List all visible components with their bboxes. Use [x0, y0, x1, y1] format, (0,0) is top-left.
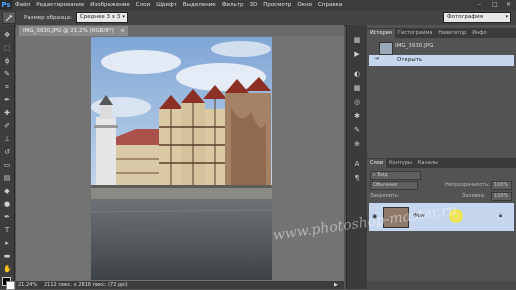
lock-icon: 🔒︎ — [499, 212, 503, 219]
crop-tool-icon[interactable]: ⌗ — [3, 83, 11, 91]
layer-filter-select[interactable]: ⌕ Вид — [370, 171, 421, 180]
maximize-button[interactable]: □ — [492, 1, 498, 8]
tab-navigator[interactable]: Навигатор — [435, 29, 469, 38]
menu-help[interactable]: Справка — [315, 2, 345, 8]
document-tab[interactable]: IMG_3930.JPG @ 21,2% (RGB/8*) × — [19, 26, 128, 36]
eyedropper-icon — [5, 14, 13, 22]
layer-filter-value: Вид — [377, 172, 388, 178]
tab-channels[interactable]: Каналы — [415, 159, 441, 168]
minimize-button[interactable]: – — [478, 1, 481, 8]
sample-size-value: Среднее 3 x 3 — [79, 14, 121, 20]
eyedropper-tool-icon[interactable]: ✒ — [3, 96, 11, 104]
path-select-tool-icon[interactable]: ▸ — [3, 239, 11, 247]
blend-mode-select[interactable]: Обычные — [370, 181, 418, 190]
menu-layers[interactable]: Слои — [133, 2, 153, 8]
eraser-tool-icon[interactable]: ▭ — [3, 161, 11, 169]
history-brush-tool-icon[interactable]: ↺ — [3, 148, 11, 156]
blur-tool-icon[interactable]: ◆ — [3, 187, 11, 195]
sample-size-label: Размер образца: — [24, 14, 72, 21]
fill-input[interactable]: 100% — [491, 192, 512, 201]
history-state-icon: ⇥ — [374, 56, 379, 62]
clone-source-dock-icon[interactable]: ⊕ — [352, 139, 362, 149]
tab-histogram[interactable]: Гистограмма — [395, 29, 436, 38]
close-button[interactable]: ✕ — [506, 1, 511, 8]
document-image[interactable] — [91, 37, 272, 280]
tab-history[interactable]: История — [367, 29, 395, 38]
menu-select[interactable]: Выделение — [180, 2, 219, 8]
fill-label: Заливка: — [462, 193, 486, 199]
menu-window[interactable]: Окно — [294, 2, 315, 8]
panel-dock: ▦ ▶ ◐ ▦ ◎ ✱ ✎ ⊕ A ¶ — [346, 25, 367, 289]
menu-bar: Ps Файл Редактирование Изображение Слои … — [0, 0, 516, 10]
brush-dock-icon[interactable]: ✎ — [352, 125, 362, 135]
opacity-label: Непрозрачность: — [445, 182, 490, 188]
actions-dock-icon[interactable]: ▶ — [352, 49, 362, 59]
document-tab-bar: IMG_3930.JPG @ 21,2% (RGB/8*) × — [16, 25, 344, 36]
character-dock-icon[interactable]: A — [352, 159, 362, 169]
menu-edit[interactable]: Редактирование — [33, 2, 87, 8]
snapshot-thumbnail — [379, 42, 393, 55]
paragraph-dock-icon[interactable]: ¶ — [352, 173, 362, 183]
history-item-open[interactable]: ⇥ Открыть — [369, 55, 514, 66]
menu-3d[interactable]: 3D — [246, 2, 260, 8]
fill-value: 100% — [494, 193, 509, 199]
type-tool-icon[interactable]: T — [3, 226, 11, 234]
menu-type[interactable]: Шрифт — [153, 2, 180, 8]
blend-mode-value: Обычные — [373, 182, 398, 188]
photoshop-logo[interactable]: Ps — [0, 0, 12, 10]
menu-filter[interactable]: Фильтр — [219, 2, 247, 8]
photo-illustration — [91, 37, 272, 280]
tool-preset-picker[interactable] — [2, 11, 16, 24]
lasso-tool-icon[interactable]: ϕ — [3, 57, 11, 65]
status-arrow-icon[interactable]: ▶ — [334, 282, 338, 288]
right-panels: История Гистограмма Навигатор Инфо IMG_3… — [367, 25, 516, 289]
history-dock-icon[interactable]: ▦ — [352, 35, 362, 45]
history-panel-tabs: История Гистограмма Навигатор Инфо — [367, 28, 516, 38]
marquee-tool-icon[interactable]: ⬚ — [3, 44, 11, 52]
history-item-label: Открыть — [397, 57, 423, 63]
chevron-down-icon: ▾ — [122, 14, 125, 20]
workspace-select[interactable]: Фотография ▾ — [443, 12, 511, 23]
menu-file[interactable]: Файл — [12, 2, 33, 8]
options-bar: Размер образца: Среднее 3 x 3 ▾ Фотографи… — [0, 10, 516, 26]
gradient-tool-icon[interactable]: ▤ — [3, 174, 11, 182]
styles-dock-icon[interactable]: ✱ — [352, 111, 362, 121]
layers-footer — [367, 281, 516, 289]
tab-layers[interactable]: Слои — [367, 159, 386, 168]
tab-info[interactable]: Инфо — [469, 29, 489, 38]
move-tool-icon[interactable]: ✥ — [3, 31, 11, 39]
snapshot-name: IMG_3930.JPG — [395, 43, 434, 49]
tools-panel: ✥ ⬚ ϕ ✎ ⌗ ✒ ✚ ✐ ⊥ ↺ ▭ ▤ ◆ ● ✒ T ▸ ▬ ✋ — [0, 25, 15, 290]
chevron-down-icon: ▾ — [505, 14, 508, 20]
menu-image[interactable]: Изображение — [87, 2, 133, 8]
healing-tool-icon[interactable]: ✚ — [3, 109, 11, 117]
stamp-tool-icon[interactable]: ⊥ — [3, 135, 11, 143]
opacity-value: 100% — [494, 182, 509, 188]
hand-tool-icon[interactable]: ✋ — [3, 265, 12, 273]
pen-tool-icon[interactable]: ✒ — [3, 213, 11, 221]
layers-panel-tabs: Слои Контуры Каналы — [367, 158, 516, 168]
menu-view[interactable]: Просмотр — [260, 2, 294, 8]
tab-paths[interactable]: Контуры — [386, 159, 415, 168]
workspace-value: Фотография — [447, 14, 484, 20]
adjustments-dock-icon[interactable]: ◎ — [352, 97, 362, 107]
shape-tool-icon[interactable]: ▬ — [3, 252, 11, 260]
document-info: 2112 пикс. x 2816 пикс. (72 ppi) — [44, 282, 128, 288]
status-bar: 21,24% 2112 пикс. x 2816 пикс. (72 ppi) … — [16, 281, 344, 289]
search-icon: ⌕ — [373, 172, 376, 178]
lock-label: Закрепить: — [370, 193, 400, 199]
swatches-dock-icon[interactable]: ▦ — [352, 83, 362, 93]
zoom-level[interactable]: 21,24% — [18, 282, 37, 288]
quick-select-tool-icon[interactable]: ✎ — [3, 70, 11, 78]
history-snapshot-row[interactable]: IMG_3930.JPG — [369, 40, 514, 55]
brush-tool-icon[interactable]: ✐ — [3, 122, 11, 130]
dodge-tool-icon[interactable]: ● — [3, 200, 11, 208]
color-dock-icon[interactable]: ◐ — [352, 69, 362, 79]
opacity-input[interactable]: 100% — [491, 181, 512, 190]
document-title: IMG_3930.JPG @ 21,2% (RGB/8*) — [23, 28, 114, 34]
sample-size-select[interactable]: Среднее 3 x 3 ▾ — [75, 12, 128, 23]
close-tab-icon[interactable]: × — [120, 26, 125, 36]
